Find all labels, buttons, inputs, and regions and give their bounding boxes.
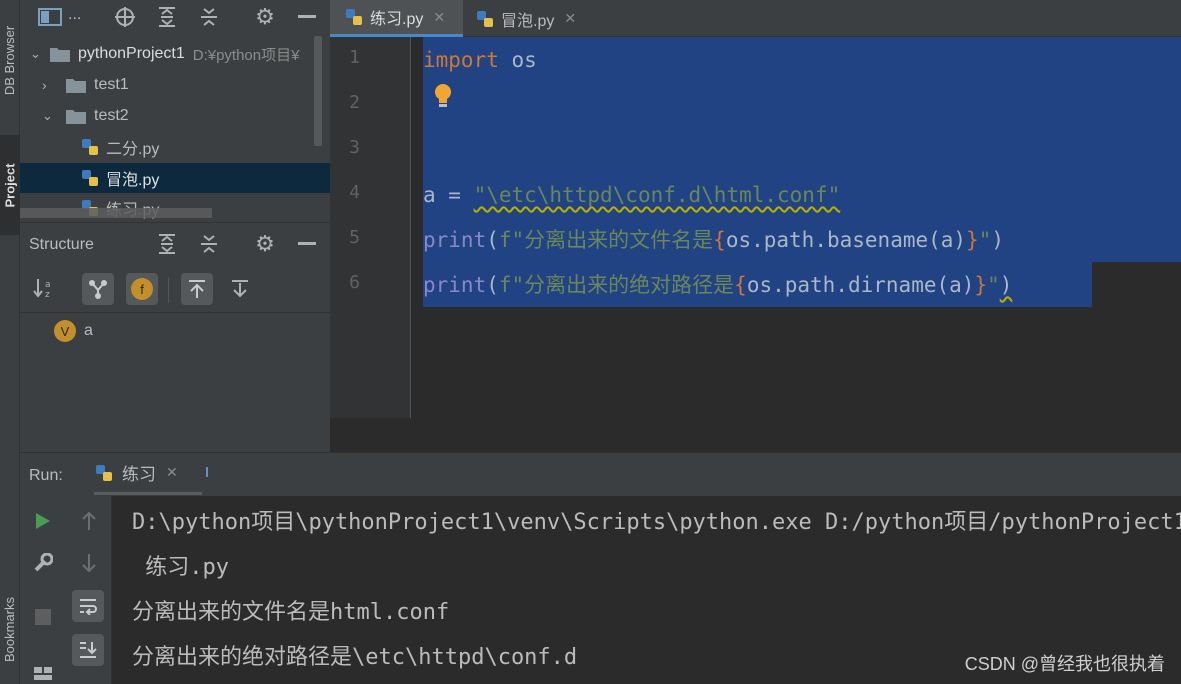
horizontal-scrollbar[interactable] bbox=[20, 208, 212, 218]
code-line-4: a = "\etc\httpd\conf.d\html.conf" bbox=[423, 183, 841, 207]
close-tab-icon[interactable]: ✕ bbox=[166, 464, 178, 481]
lightbulb-icon[interactable] bbox=[433, 83, 453, 113]
vertical-scrollbar[interactable] bbox=[314, 36, 322, 146]
scroll-to-end-icon[interactable] bbox=[72, 634, 104, 666]
code-line-1: import os bbox=[423, 48, 537, 72]
toolbar-divider bbox=[168, 277, 169, 303]
variable-icon: V bbox=[54, 320, 76, 342]
down-arrow-icon[interactable] bbox=[76, 550, 102, 576]
tab-active-file[interactable]: 练习.py ✕ bbox=[330, 0, 463, 37]
console-line: D:\python项目\pythonProject1\venv\Scripts\… bbox=[132, 510, 1181, 535]
folder-icon bbox=[66, 110, 86, 124]
up-arrow-icon[interactable] bbox=[76, 508, 102, 534]
bookmarks-tab[interactable]: Bookmarks bbox=[0, 575, 20, 684]
code-line-6: print(f"分离出来的绝对路径是{os.path.dirname(a)}") bbox=[423, 273, 1013, 297]
wrench-icon[interactable] bbox=[30, 550, 56, 576]
line-number: 4 bbox=[349, 182, 360, 203]
rerun-icon[interactable] bbox=[30, 508, 56, 534]
project-toolbar: ... ⚙ bbox=[20, 0, 330, 34]
tool-window-strip: DB Browser Project Bookmarks bbox=[0, 0, 20, 684]
project-view-icon[interactable] bbox=[36, 4, 64, 30]
run-label: Run: bbox=[29, 467, 63, 484]
structure-divider bbox=[20, 312, 330, 313]
layout-icon[interactable] bbox=[30, 660, 56, 684]
line-number: 6 bbox=[349, 272, 360, 293]
locate-icon[interactable] bbox=[112, 4, 138, 30]
db-browser-tab[interactable]: DB Browser bbox=[0, 0, 20, 120]
console-line: 分离出来的绝对路径是\etc\httpd\conf.d bbox=[132, 645, 578, 670]
tree-item-test2[interactable]: ⌄ test2 bbox=[20, 101, 330, 131]
python-file-icon bbox=[346, 9, 362, 25]
sort-alpha-icon[interactable]: az bbox=[32, 275, 58, 301]
chevron-down-icon: ⌄ bbox=[30, 46, 41, 61]
tree-item-file[interactable]: 二分.py bbox=[20, 132, 330, 162]
gear-icon[interactable]: ⚙ bbox=[252, 231, 278, 257]
collapse-all-icon[interactable] bbox=[196, 4, 222, 30]
line-number: 5 bbox=[349, 227, 360, 248]
hide-panel-icon[interactable] bbox=[294, 231, 320, 257]
python-file-icon bbox=[82, 139, 98, 155]
structure-title: Structure bbox=[29, 236, 94, 253]
folder-icon bbox=[66, 79, 86, 93]
chevron-down-icon: ⌄ bbox=[42, 108, 53, 123]
expand-all-icon[interactable] bbox=[154, 231, 180, 257]
tree-item-project-root[interactable]: ⌄ pythonProject1 D:¥python项目¥ bbox=[20, 39, 330, 69]
collapse-all-icon[interactable] bbox=[196, 231, 222, 257]
svg-text:z: z bbox=[45, 290, 50, 299]
line-number-gutter: 1 2 3 4 5 6 bbox=[330, 37, 411, 418]
svg-text:a: a bbox=[45, 280, 51, 290]
chevron-right-icon: › bbox=[42, 77, 47, 93]
code-editor[interactable]: import os a = "\etc\httpd\conf.d\html.co… bbox=[411, 37, 1181, 418]
autoscroll-to-source-icon[interactable] bbox=[181, 273, 213, 305]
console-line: 分离出来的文件名是html.conf bbox=[132, 600, 450, 625]
console-line: 练习.py bbox=[132, 555, 229, 580]
autoscroll-from-source-icon[interactable] bbox=[226, 275, 254, 303]
hide-panel-icon[interactable] bbox=[294, 4, 320, 30]
expand-all-icon[interactable] bbox=[154, 4, 180, 30]
gear-icon[interactable]: ⚙ bbox=[252, 4, 278, 30]
code-line-5: print(f"分离出来的文件名是{os.path.basename(a)}") bbox=[423, 228, 1005, 252]
tab-file[interactable]: 冒泡.py ✕ bbox=[463, 0, 591, 37]
structure-item-variable[interactable]: V a bbox=[54, 318, 93, 344]
run-toolbar bbox=[20, 496, 112, 684]
run-tab[interactable]: 练习 ✕ bbox=[94, 453, 202, 495]
show-inherited-icon[interactable] bbox=[82, 273, 114, 305]
stop-icon[interactable] bbox=[30, 604, 56, 630]
project-panel: ... ⚙ ⌄ pythonProject1 D:¥python项目¥ › te… bbox=[20, 0, 330, 222]
watermark: CSDN @曾经我也很执着 bbox=[964, 654, 1165, 674]
tree-item-file-selected[interactable]: 冒泡.py bbox=[20, 163, 330, 193]
line-number: 3 bbox=[349, 137, 360, 158]
line-number: 2 bbox=[349, 92, 360, 113]
python-file-icon bbox=[477, 10, 493, 27]
python-file-icon bbox=[96, 464, 112, 481]
run-panel-header: Run: 练习 ✕ bbox=[20, 452, 1181, 496]
python-file-icon bbox=[82, 170, 98, 186]
soft-wrap-icon[interactable] bbox=[72, 590, 104, 622]
project-view-more[interactable]: ... bbox=[68, 6, 81, 24]
folder-icon bbox=[50, 48, 70, 62]
tab-overflow-marker bbox=[206, 467, 208, 477]
close-tab-icon[interactable]: ✕ bbox=[564, 10, 576, 27]
line-number: 1 bbox=[349, 47, 360, 68]
close-tab-icon[interactable]: ✕ bbox=[433, 9, 445, 26]
show-fields-icon[interactable]: f bbox=[126, 273, 158, 305]
tree-item-test1[interactable]: › test1 bbox=[20, 70, 330, 100]
editor-bottom-area bbox=[330, 418, 1181, 452]
structure-panel: Structure ⚙ az f V a bbox=[20, 222, 330, 452]
editor-tabs: 练习.py ✕ 冒泡.py ✕ bbox=[330, 0, 1181, 37]
project-tab[interactable]: Project bbox=[0, 135, 20, 235]
